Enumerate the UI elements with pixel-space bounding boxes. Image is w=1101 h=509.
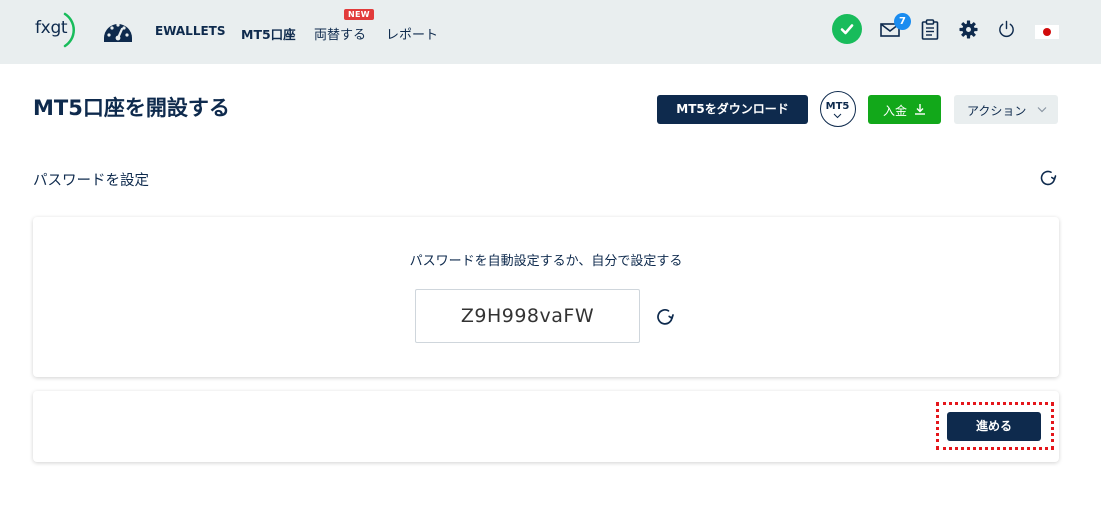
deposit-label: 入金 <box>883 104 908 118</box>
mt5-label: MT5 <box>825 101 850 112</box>
chevron-down-icon <box>1037 107 1047 113</box>
dashboard-gauge-icon[interactable] <box>102 16 134 44</box>
download-mt5-button[interactable]: MT5をダウンロード <box>657 95 808 124</box>
settings-gear-icon[interactable] <box>959 20 978 39</box>
password-input[interactable]: Z9H998vaFW <box>415 289 640 343</box>
section-title: パスワードを設定 <box>33 173 149 189</box>
nav-item-exchange[interactable]: 両替する <box>314 24 366 43</box>
fxgt-logo[interactable]: fxgt <box>31 10 82 50</box>
logo-text: fxgt <box>35 18 68 38</box>
clipboard-icon[interactable] <box>921 19 939 40</box>
mail-count-badge: 7 <box>894 13 911 30</box>
deposit-button[interactable]: 入金 <box>868 95 941 124</box>
nav-item-reports[interactable]: レポート <box>386 24 438 43</box>
password-instruction: パスワードを自動設定するか、自分で設定する <box>409 254 683 269</box>
action-footer-card: 進める <box>33 391 1059 462</box>
new-badge: NEW <box>344 9 374 20</box>
top-navigation-bar: fxgt EWALLETS MT5口座 両替する NEW レポート 7 <box>0 0 1101 64</box>
regenerate-password-icon[interactable] <box>654 306 676 328</box>
proceed-button[interactable]: 進める <box>947 412 1041 441</box>
mt5-platform-selector[interactable]: MT5 <box>820 91 856 127</box>
download-arrow-icon <box>915 104 925 115</box>
power-logout-icon[interactable] <box>997 20 1016 39</box>
checkmark-icon <box>840 24 854 35</box>
password-card: パスワードを自動設定するか、自分で設定する Z9H998vaFW <box>33 217 1059 377</box>
actions-label: アクション <box>967 104 1027 118</box>
nav-item-mt5-accounts[interactable]: MT5口座 <box>241 24 296 43</box>
actions-dropdown[interactable]: アクション <box>954 95 1058 124</box>
verified-check-icon[interactable] <box>832 14 862 44</box>
chevron-down-icon <box>833 113 842 119</box>
reset-refresh-icon[interactable] <box>1038 168 1058 188</box>
japan-flag-language-icon[interactable] <box>1035 25 1059 39</box>
nav-item-ewallets[interactable]: EWALLETS <box>155 24 226 38</box>
page-title: MT5口座を開設する <box>33 96 230 120</box>
